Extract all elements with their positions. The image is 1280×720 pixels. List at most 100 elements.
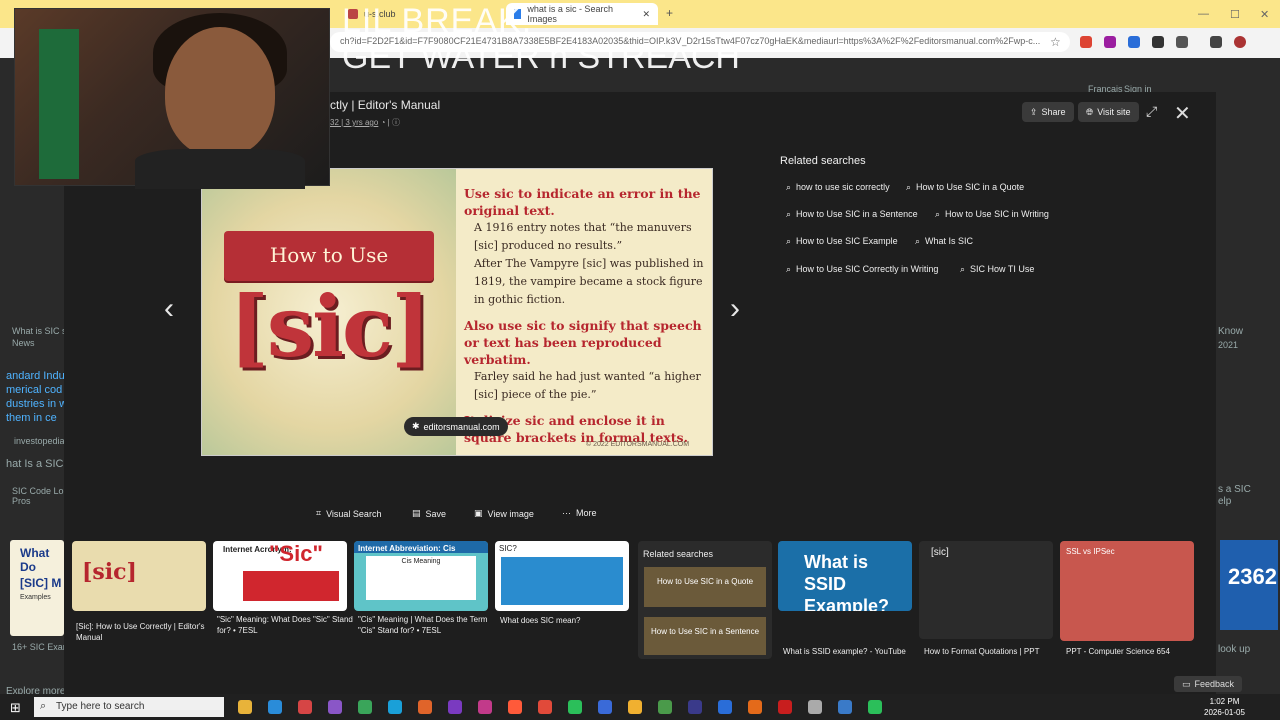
related-search-chip[interactable]: ⌕ how to use sic correctly: [786, 177, 890, 197]
bg-text: 16+ SIC Exam: [12, 642, 71, 652]
related-search-chip[interactable]: ⌕ How to Use SIC Correctly in Writing: [786, 259, 938, 279]
thumbnail-caption[interactable]: [Sic]: How to Use Correctly | Editor's M…: [76, 621, 214, 643]
taskbar-app-icon[interactable]: [448, 700, 462, 714]
extension-icon[interactable]: [1128, 36, 1140, 48]
taskbar-app-icon[interactable]: [478, 700, 492, 714]
stream-overlay-text: GET WATER n STREACH: [342, 38, 740, 76]
stream-overlay-text: LIL BREAK,: [342, 2, 533, 40]
thumbnail[interactable]: [sic]: [919, 541, 1053, 639]
related-search-chip[interactable]: ⌕ How to Use SIC in a Quote: [906, 177, 1024, 197]
taskbar-app-icon[interactable]: [778, 700, 792, 714]
previous-image-arrow-icon[interactable]: ‹: [164, 292, 174, 326]
webcam-jacket: [39, 29, 79, 179]
taskbar-app-icon[interactable]: [238, 700, 252, 714]
start-windows-icon[interactable]: ⊞: [10, 700, 21, 716]
visit-site-button[interactable]: 🌐︎ Visit site: [1078, 102, 1139, 122]
taskbar-app-icon[interactable]: [328, 700, 342, 714]
save-icon: ▤: [412, 508, 421, 518]
taskbar-app-icon[interactable]: [748, 700, 762, 714]
taskbar-app-icon[interactable]: [388, 700, 402, 714]
taskbar-app-icon[interactable]: [838, 700, 852, 714]
visual-search-button[interactable]: ⌗ Visual Search: [316, 508, 381, 519]
expand-icon[interactable]: ⤢: [1146, 103, 1157, 120]
taskbar-app-icon[interactable]: [658, 700, 672, 714]
close-viewer-button[interactable]: ✕: [1174, 101, 1191, 126]
image-paragraph: After The Vampyre [sic] was published in…: [474, 257, 704, 306]
related-item[interactable]: How to Use SIC in a Quote: [644, 567, 766, 607]
taskbar-app-icon[interactable]: [868, 700, 882, 714]
thumbnail-caption[interactable]: What does SIC mean?: [500, 615, 638, 626]
maximize-button[interactable]: ☐: [1230, 8, 1240, 21]
taskbar-app-icon[interactable]: [418, 700, 432, 714]
thumbnail[interactable]: SSL vs IPSec: [1060, 541, 1194, 641]
related-search-chip[interactable]: ⌕ What Is SIC: [915, 231, 973, 251]
related-searches-title: Related searches: [780, 155, 866, 167]
thumbnail[interactable]: Internet Abbreviation: Cis Cis Meaning: [354, 541, 488, 611]
related-search-chip[interactable]: ⌕ How to Use SIC in a Sentence: [786, 204, 918, 224]
related-item[interactable]: How to Use SIC in a Sentence: [644, 617, 766, 655]
taskbar-app-icon[interactable]: [568, 700, 582, 714]
next-image-arrow-icon[interactable]: ›: [730, 292, 740, 326]
window-close-button[interactable]: ✕: [1260, 8, 1269, 21]
thumbnail-caption[interactable]: How to Format Quotations | PPT: [924, 646, 1062, 657]
bg-text: Know: [1218, 326, 1244, 337]
taskbar-app-icon[interactable]: [628, 700, 642, 714]
taskbar-app-icon[interactable]: [538, 700, 552, 714]
viewer-title[interactable]: ctly | Editor's Manual: [330, 98, 440, 112]
bg-text: investopedia: [14, 436, 65, 446]
image-copyright: © 2022 EDITORSMANUAL.COM: [586, 441, 690, 448]
share-icon: ⇪: [1030, 106, 1038, 117]
image-text-panel: Use sic to indicate an error in the orig…: [464, 185, 710, 446]
thumbnail[interactable]: [sic]: [72, 541, 206, 611]
bookmark-star-icon[interactable]: ☆: [1050, 35, 1061, 49]
view-image-button[interactable]: ▣ View image: [474, 508, 534, 519]
related-searches-panel: Related searches How to Use SIC in a Quo…: [638, 541, 772, 659]
thumbnail[interactable]: SIC?: [495, 541, 629, 611]
webcam-person: [165, 27, 275, 157]
thumbnail-caption[interactable]: PPT - Computer Science 654: [1066, 646, 1204, 657]
image-graphic: How to Use [sic]: [202, 169, 456, 455]
menu-icon[interactable]: [1210, 36, 1222, 48]
thumbnail-caption[interactable]: "Cis" Meaning | What Does the Term "Cis"…: [358, 614, 496, 636]
taskbar-app-icon[interactable]: [298, 700, 312, 714]
thumbnail[interactable]: Internet Acronym: "Sic": [213, 541, 347, 611]
thumbnail[interactable]: What is SSID Example?: [778, 541, 912, 611]
bg-text: dustries in w: [6, 398, 68, 410]
extensions-puzzle-icon[interactable]: [1176, 36, 1188, 48]
bg-text: hat Is a SIC: [6, 458, 64, 470]
taskbar-app-icon[interactable]: [358, 700, 372, 714]
taskbar-app-icon[interactable]: [688, 700, 702, 714]
related-search-chip[interactable]: ⌕ How to Use SIC in Writing: [935, 204, 1049, 224]
extension-icon[interactable]: [1080, 36, 1092, 48]
share-button[interactable]: ⇪ Share: [1022, 102, 1074, 122]
minimize-button[interactable]: —: [1198, 8, 1209, 20]
taskbar-search-input[interactable]: ⌕ Type here to search: [34, 697, 224, 717]
profile-avatar[interactable]: [1234, 36, 1246, 48]
related-search-chip[interactable]: ⌕ How to Use SIC Example: [786, 231, 898, 251]
search-icon: ⌕: [786, 235, 792, 246]
bg-text: merical cod: [6, 384, 63, 396]
related-search-chip[interactable]: ⌕ SIC How TI Use: [960, 259, 1034, 279]
new-tab-button[interactable]: +: [666, 6, 673, 20]
extension-icon[interactable]: [1104, 36, 1116, 48]
taskbar-app-icon[interactable]: [808, 700, 822, 714]
more-button[interactable]: ··· More: [562, 508, 597, 518]
main-image[interactable]: How to Use [sic] Use sic to indicate an …: [201, 168, 713, 456]
search-icon: ⌕: [935, 208, 941, 219]
image-big-text: [sic]: [229, 277, 431, 376]
thumbnail-caption[interactable]: What is SSID example? - YouTube: [783, 646, 921, 657]
taskbar-app-icon[interactable]: [268, 700, 282, 714]
source-pill[interactable]: ✱ editorsmanual.com: [404, 417, 508, 436]
search-icon: ⌕: [906, 181, 912, 192]
feedback-button[interactable]: ▭ Feedback: [1174, 676, 1243, 692]
extension-icon[interactable]: [1152, 36, 1164, 48]
taskbar-app-icon[interactable]: [718, 700, 732, 714]
clock-icon: ◔: [380, 118, 386, 127]
feedback-icon: ▭: [1182, 678, 1191, 689]
close-tab-icon[interactable]: ✕: [642, 9, 650, 20]
taskbar-clock[interactable]: 1:02 PM 2026-01-05: [1204, 696, 1245, 718]
thumbnail-caption[interactable]: "Sic" Meaning: What Does "Sic" Stand for…: [217, 614, 355, 636]
taskbar-app-icon[interactable]: [508, 700, 522, 714]
taskbar-app-icon[interactable]: [598, 700, 612, 714]
save-button[interactable]: ▤ Save: [412, 508, 446, 519]
